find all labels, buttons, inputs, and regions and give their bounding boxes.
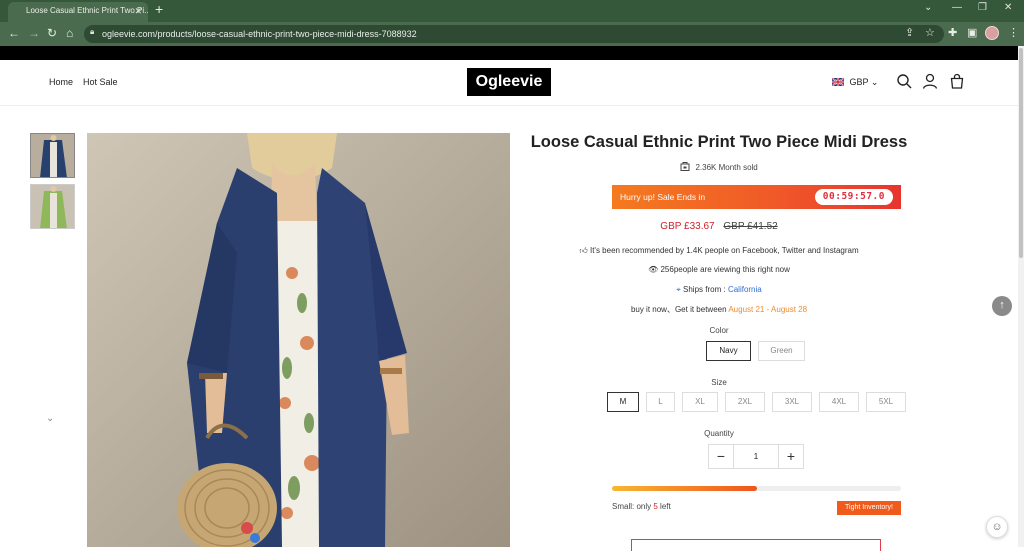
add-to-cart-button[interactable] bbox=[631, 539, 881, 551]
ships-from-value: California bbox=[727, 285, 762, 294]
site-header: Home Hot Sale Ogleevie GBP ⌄ bbox=[0, 60, 1018, 106]
stock-progress-fill bbox=[612, 486, 757, 491]
color-option-navy[interactable]: Navy bbox=[706, 341, 751, 361]
chevron-down-icon: ⌄ bbox=[870, 77, 879, 87]
browser-tab[interactable]: Loose Casual Ethnic Print Two Pi... ✕ bbox=[8, 2, 148, 22]
eye-icon: 👁︎ bbox=[648, 265, 659, 274]
site-logo[interactable]: Ogleevie bbox=[467, 68, 551, 96]
delivery-start: August 21 bbox=[728, 305, 765, 314]
size-option-m[interactable]: M bbox=[607, 392, 639, 412]
tab-title: Loose Casual Ethnic Print Two Pi... bbox=[26, 6, 148, 15]
viewers-line: 👁︎ 256people are viewing this right now bbox=[530, 265, 908, 274]
back-icon[interactable]: ← bbox=[8, 26, 20, 40]
window-close-icon[interactable]: ✕ bbox=[1004, 2, 1012, 13]
recommendation-text: It's been recommended by 1.4K people on … bbox=[589, 246, 859, 255]
arrow-up-icon[interactable]: ↑ bbox=[992, 296, 1012, 316]
size-option-3xl[interactable]: 3XL bbox=[772, 392, 812, 412]
color-option-green[interactable]: Green bbox=[758, 341, 805, 361]
reload-icon[interactable]: ↻ bbox=[47, 26, 57, 40]
delivery-line: buy it now、Get it between August 21 - Au… bbox=[530, 304, 908, 315]
home-icon[interactable]: ⌂ bbox=[66, 26, 73, 40]
account-icon[interactable] bbox=[922, 73, 938, 89]
shop-icon bbox=[680, 162, 690, 171]
ships-from-label: Ships from : bbox=[683, 285, 726, 294]
menu-icon[interactable]: ⋮ bbox=[1008, 26, 1019, 39]
viewers-text: 256people are viewing this right now bbox=[660, 265, 790, 274]
announcement-bar bbox=[0, 46, 1018, 60]
sale-text: Hurry up! Sale Ends in bbox=[620, 192, 706, 202]
quantity-input[interactable]: 1 bbox=[734, 445, 778, 468]
close-icon[interactable]: ✕ bbox=[134, 2, 142, 20]
uk-flag-icon bbox=[832, 78, 844, 86]
price-block: GBP £33.67 GBP £41.52 bbox=[530, 221, 908, 232]
scrollbar-thumb[interactable] bbox=[1019, 48, 1023, 258]
url-input[interactable]: ogleevie.com/products/loose-casual-ethni… bbox=[84, 25, 944, 43]
ships-from-line: ⌖ Ships from : California bbox=[530, 285, 908, 295]
star-icon[interactable]: ☆ bbox=[925, 26, 935, 39]
bag-icon[interactable] bbox=[949, 73, 965, 89]
tight-inventory-badge: Tight Inventory! bbox=[837, 501, 901, 515]
currency-label: GBP bbox=[849, 77, 869, 87]
extensions-icon[interactable]: ✚ bbox=[948, 26, 957, 39]
quantity-stepper: − 1 + bbox=[708, 444, 804, 469]
size-option-2xl[interactable]: 2XL bbox=[725, 392, 765, 412]
quantity-label: Quantity bbox=[704, 429, 734, 438]
countdown-timer: 00:59:57.0 bbox=[814, 189, 893, 205]
delivery-prefix: buy it now、Get it between bbox=[630, 305, 727, 314]
thumbnail-navy[interactable] bbox=[30, 133, 75, 178]
profile-avatar[interactable] bbox=[985, 26, 999, 40]
quantity-increase-button[interactable]: + bbox=[778, 445, 803, 468]
color-label: Color bbox=[709, 326, 729, 335]
size-option-4xl[interactable]: 4XL bbox=[819, 392, 859, 412]
delivery-end: August 28 bbox=[771, 305, 808, 314]
browser-tab-strip: Loose Casual Ethnic Print Two Pi... ✕ + … bbox=[0, 0, 1024, 22]
forward-icon[interactable]: → bbox=[28, 26, 40, 40]
location-icon: ⌖ bbox=[676, 285, 681, 294]
lock-icon[interactable]: 🔒︎ bbox=[90, 27, 94, 37]
stock-text: Small: only 5 left bbox=[612, 502, 671, 511]
sale-countdown-banner: Hurry up! Sale Ends in 00:59:57.0 bbox=[612, 185, 901, 209]
thumbnail-green[interactable] bbox=[30, 184, 75, 229]
share-icon[interactable]: ⇪ bbox=[905, 26, 914, 39]
recommendation-line: 👍︎ It's been recommended by 1.4K people … bbox=[530, 246, 908, 256]
address-toolbar: ← → ↻ ⌂ ogleevie.com/products/loose-casu… bbox=[0, 22, 1024, 46]
product-main-image[interactable] bbox=[87, 133, 510, 547]
current-price: GBP £33.67 bbox=[660, 221, 715, 232]
sidebar-icon[interactable]: ▣ bbox=[967, 26, 977, 39]
new-tab-button[interactable]: + bbox=[155, 1, 163, 17]
size-option-xl[interactable]: XL bbox=[682, 392, 718, 412]
size-option-5xl[interactable]: 5XL bbox=[866, 392, 906, 412]
stock-suffix: left bbox=[657, 502, 671, 511]
stock-prefix: Small: only bbox=[612, 502, 654, 511]
help-icon[interactable]: ☺ bbox=[986, 516, 1008, 538]
size-label: Size bbox=[711, 378, 727, 387]
restore-icon[interactable]: ❐ bbox=[978, 2, 987, 13]
quantity-decrease-button[interactable]: − bbox=[709, 445, 734, 468]
nav-hot-sale[interactable]: Hot Sale bbox=[83, 77, 118, 87]
chevron-down-icon[interactable]: ⌄ bbox=[46, 413, 54, 424]
product-title: Loose Casual Ethnic Print Two Piece Midi… bbox=[530, 133, 908, 151]
minimize-icon[interactable]: — bbox=[952, 2, 962, 13]
nav-home[interactable]: Home bbox=[49, 77, 73, 87]
size-option-l[interactable]: L bbox=[646, 392, 675, 412]
monthly-sold: 2.36K Month sold bbox=[530, 161, 908, 172]
currency-selector[interactable]: GBP ⌄ bbox=[832, 77, 878, 88]
original-price: GBP £41.52 bbox=[723, 221, 778, 232]
sold-count: 2.36K Month sold bbox=[695, 163, 758, 172]
chevron-down-icon[interactable]: ⌄ bbox=[924, 2, 932, 13]
search-icon[interactable] bbox=[896, 73, 912, 89]
thumb-up-icon: 👍︎ bbox=[579, 246, 588, 255]
